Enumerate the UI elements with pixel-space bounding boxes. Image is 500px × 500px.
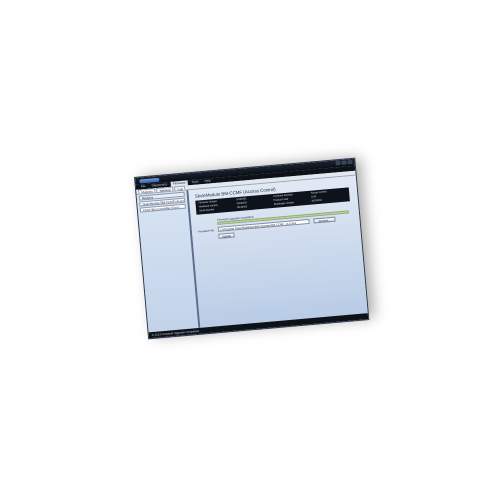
- main-panel: SkuleModule BM-CCMF (Access Control) Fir…: [188, 175, 368, 328]
- browse-button[interactable]: Browse...: [313, 216, 336, 224]
- minimize-button[interactable]: [335, 160, 341, 166]
- close-button[interactable]: [347, 159, 353, 165]
- firmware-file-label: Firmware file: [197, 228, 215, 234]
- screenshot-stage: File Diagnostics Firmware Tools Help Mod…: [0, 0, 500, 500]
- update-button[interactable]: Update: [218, 232, 235, 239]
- application-window: File Diagnostics Firmware Tools Help Mod…: [134, 157, 370, 340]
- maximize-button[interactable]: [341, 160, 347, 165]
- window-controls: [335, 159, 353, 166]
